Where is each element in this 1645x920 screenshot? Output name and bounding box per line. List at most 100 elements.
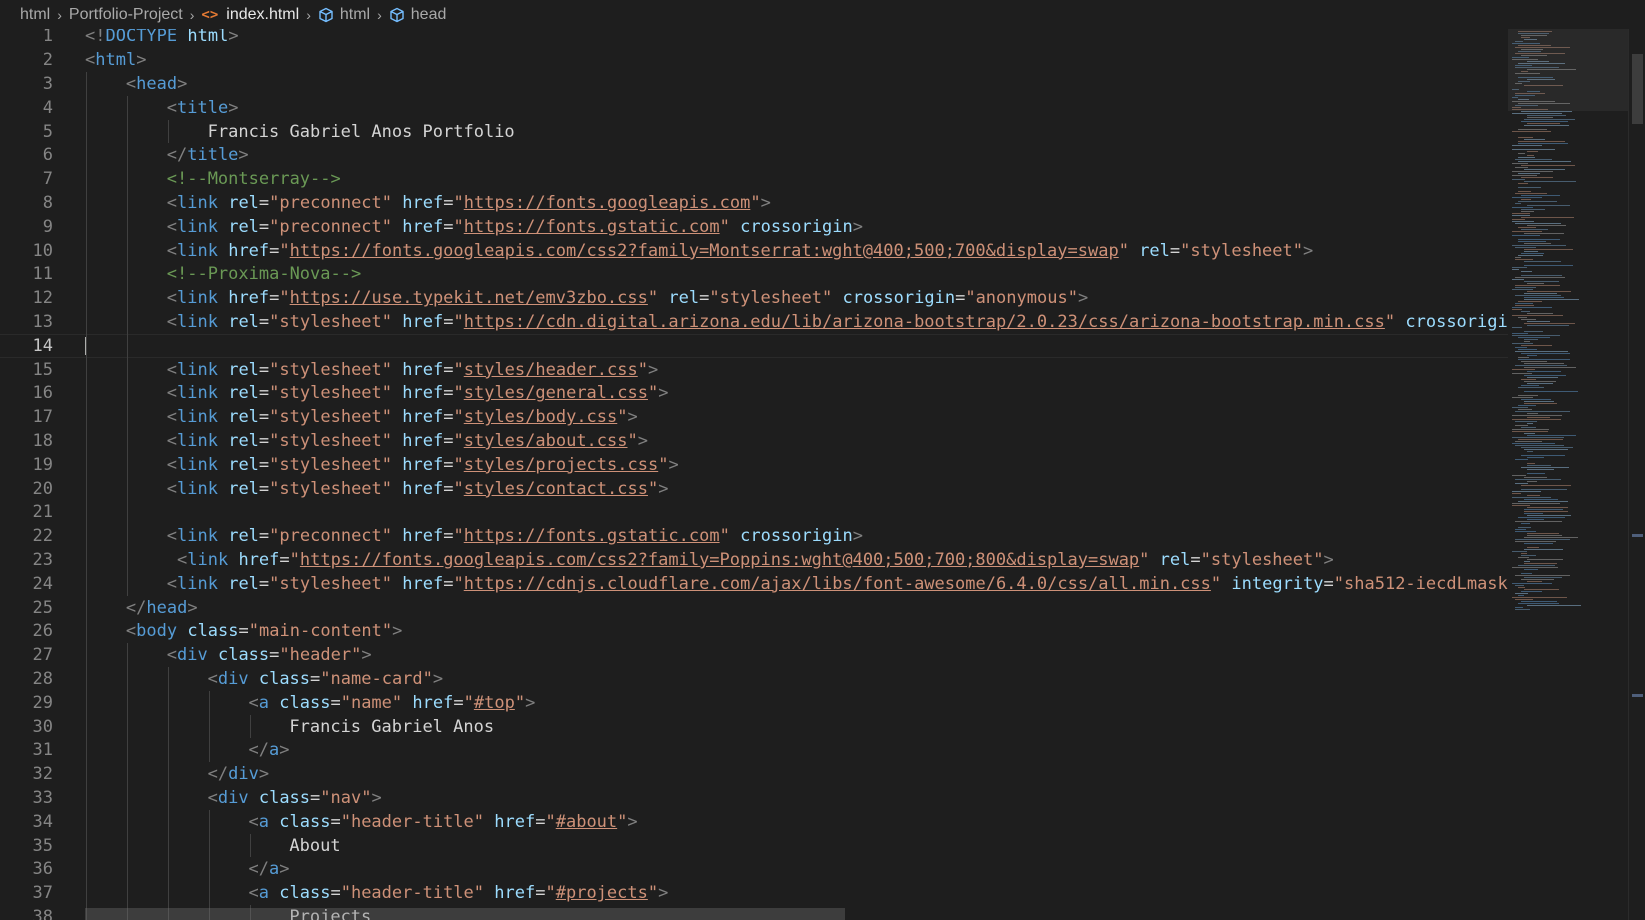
minimap-line [1524,125,1569,126]
code-line[interactable]: 2 <html> [0,48,1508,72]
minimap-line [1518,157,1535,158]
minimap-line [1512,475,1526,476]
breadcrumb-item[interactable]: Portfolio-Project [69,6,183,24]
code-line[interactable]: 1 <!DOCTYPE html> [0,29,1508,48]
minimap-line [1512,503,1560,504]
code-line[interactable]: 36 </a> [0,858,1508,882]
code-line[interactable]: 34 <a class="header-title" href="#about"> [0,810,1508,834]
code-text: Francis Gabriel Anos Portfolio [207,121,515,142]
minimap-line [1521,111,1572,112]
breadcrumb-item[interactable]: html [20,6,50,24]
minimap-line [1524,433,1535,434]
code-line[interactable]: 17 <link rel="stylesheet" href="styles/bo… [0,405,1508,429]
minimap-line [1524,339,1538,340]
code-line[interactable]: 25 </head> [0,596,1508,620]
minimap-line [1521,455,1565,456]
minimap[interactable] [1508,29,1628,920]
breadcrumb-item[interactable]: html [318,6,370,24]
code-line[interactable]: 27 <div class="header"> [0,643,1508,667]
minimap-line [1512,221,1534,222]
code-line[interactable]: 14 [0,334,1508,358]
code-line[interactable]: 11 <!--Proxima-Nova--> [0,263,1508,287]
code-line[interactable]: 24 <link rel="stylesheet" href="https://c… [0,572,1508,596]
code-line[interactable]: 23 <link href="https://fonts.googleapis.… [0,548,1508,572]
code-line[interactable]: 10 <link href="https://fonts.googleapis.c… [0,239,1508,263]
minimap-line [1521,121,1568,122]
code-editor[interactable]: 1 <!DOCTYPE html> 2 <html> 3 <head> 4 <title> 5 F… [0,29,1508,920]
code-line[interactable]: 32 </div> [0,762,1508,786]
code-line[interactable]: 15 <link rel="stylesheet" href="styles/he… [0,358,1508,382]
minimap-line [1512,419,1561,420]
line-number: 6 [42,145,53,166]
code-line[interactable]: 12 <link href="https://use.typekit.net/em… [0,286,1508,310]
code-line[interactable]: 31 </a> [0,739,1508,763]
line-number: 22 [32,526,53,547]
minimap-line [1527,547,1539,548]
minimap-line [1521,271,1532,272]
breadcrumb-label: index.html [226,5,300,23]
code-line[interactable]: 30 Francis Gabriel Anos [0,715,1508,739]
line-number: 11 [32,264,53,285]
code-line[interactable]: 33 <div class="nav"> [0,786,1508,810]
minimap-line [1524,119,1575,120]
code-line[interactable]: 9 <link rel="preconnect" href="https://fo… [0,215,1508,239]
minimap-slider[interactable] [1508,29,1628,111]
minimap-line [1521,523,1530,524]
minimap-line [1518,337,1550,338]
minimap-line [1512,219,1525,220]
minimap-line [1518,349,1537,350]
minimap-line [1524,299,1579,300]
minimap-line [1524,537,1578,538]
code-line[interactable]: 13 <link rel="stylesheet" href="https://c… [0,310,1508,334]
chevron-right-icon: › [377,6,382,23]
code-line[interactable]: 20 <link rel="stylesheet" href="styles/co… [0,477,1508,501]
code-line[interactable]: 21 [0,501,1508,525]
code-line[interactable]: 26 <body class="main-content"> [0,620,1508,644]
minimap-line [1527,463,1535,464]
code-line[interactable]: 29 <a class="name" href="#top"> [0,691,1508,715]
code-line[interactable]: 8 <link rel="preconnect" href="https://fo… [0,191,1508,215]
horizontal-scroll-thumb[interactable] [85,908,845,920]
minimap-line [1518,405,1536,406]
breadcrumb-item[interactable]: head [389,6,446,24]
minimap-line [1524,265,1573,266]
line-number: 4 [42,97,53,118]
code-line[interactable]: 7 <!--Montserray--> [0,167,1508,191]
line-number: 20 [32,478,53,499]
code-line[interactable]: 16 <link rel="stylesheet" href="styles/ge… [0,382,1508,406]
minimap-line [1515,351,1568,352]
code-line[interactable]: 6 </title> [0,144,1508,168]
minimap-line [1515,521,1562,522]
code-line[interactable]: 35 About [0,834,1508,858]
minimap-line [1515,303,1533,304]
minimap-line [1527,313,1553,314]
code-line[interactable]: 37 <a class="header-title" href="#project… [0,881,1508,905]
breadcrumb-item[interactable]: <> index.html [201,6,299,24]
minimap-line [1527,321,1550,322]
minimap-line [1515,421,1537,422]
vertical-scrollbar[interactable] [1628,29,1645,920]
code-line[interactable]: 28 <div class="name-card"> [0,667,1508,691]
minimap-line [1518,183,1528,184]
minimap-line [1521,555,1536,556]
breadcrumb: html › Portfolio-Project › <> index.html › html… [0,0,1645,29]
code-line[interactable]: 3 <head> [0,72,1508,96]
code-line[interactable]: 22 <link rel="preconnect" href="https://f… [0,524,1508,548]
code-text: <link rel="stylesheet" href="https://cdn… [166,573,1508,594]
line-number: 31 [32,740,53,761]
minimap-line [1512,493,1521,494]
minimap-line [1521,601,1557,602]
code-line[interactable]: 19 <link rel="stylesheet" href="styles/pr… [0,453,1508,477]
code-line[interactable]: 18 <link rel="stylesheet" href="styles/ab… [0,429,1508,453]
cube-icon [318,7,334,23]
breadcrumb-label: html [20,5,51,23]
minimap-line [1515,531,1536,532]
minimap-line [1527,325,1569,326]
line-number: 27 [32,645,53,666]
code-line[interactable]: 4 <title> [0,96,1508,120]
minimap-line [1512,207,1533,208]
code-line[interactable]: 5 Francis Gabriel Anos Portfolio [0,120,1508,144]
minimap-line [1518,439,1563,440]
vertical-scroll-thumb[interactable] [1632,54,1643,124]
minimap-line [1518,301,1542,302]
